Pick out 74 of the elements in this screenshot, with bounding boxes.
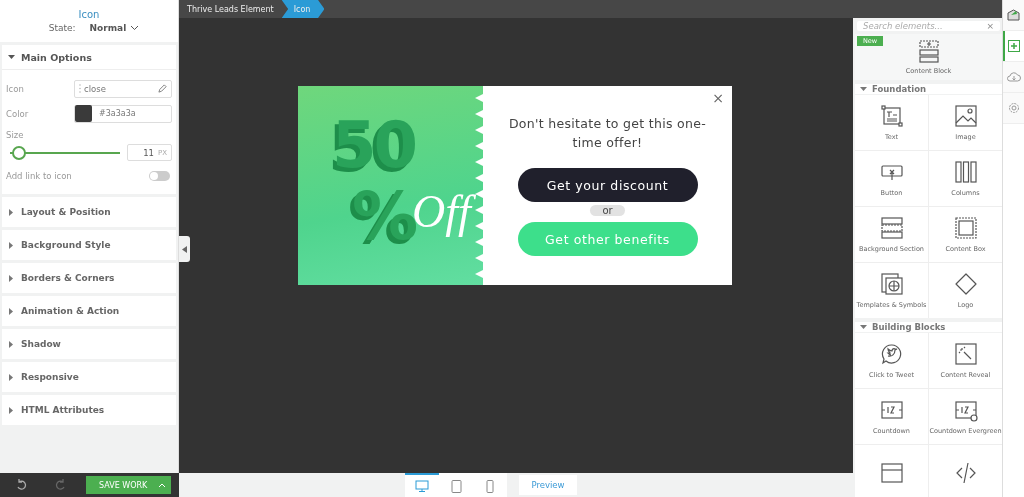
templates-icon — [879, 272, 904, 296]
evergreen-icon — [953, 398, 978, 422]
link-label: Add link to icon — [6, 170, 72, 181]
section-header[interactable]: Main Options — [2, 45, 176, 70]
cloud-button[interactable] — [1003, 62, 1024, 93]
color-label: Color — [6, 108, 29, 119]
caret-icon — [8, 208, 14, 216]
tablet-icon — [450, 479, 462, 493]
box-icon — [953, 216, 978, 240]
color-field[interactable]: #3a3a3a — [74, 104, 172, 123]
caret-icon — [8, 340, 14, 348]
popup-message: Don't hesitate to get this one-time offer! — [507, 115, 708, 152]
save-label: SAVE WORK — [99, 480, 148, 490]
section-icon — [879, 216, 904, 240]
section-header[interactable]: Layout & Position — [2, 197, 176, 227]
artwork-number: 50 — [332, 108, 416, 182]
group-header[interactable]: Foundation — [855, 84, 1002, 94]
link-toggle[interactable] — [149, 170, 170, 181]
preview-button[interactable]: Preview — [519, 475, 577, 495]
tweet-icon — [879, 342, 904, 366]
section-header[interactable]: Background Style — [2, 230, 176, 260]
caret-icon — [860, 324, 867, 330]
settings-icon — [1007, 102, 1020, 114]
element-item[interactable] — [855, 445, 928, 497]
size-label: Size — [5, 129, 25, 142]
caret-icon — [8, 307, 14, 315]
envelope-button[interactable] — [1003, 0, 1024, 31]
columns-icon — [953, 160, 978, 184]
panel-title: Icon — [78, 9, 100, 20]
caret-icon — [860, 86, 867, 92]
reveal-icon — [953, 342, 978, 366]
state-dropdown[interactable]: Normal — [89, 23, 140, 33]
text-icon — [879, 104, 904, 128]
undo-icon[interactable] — [16, 479, 28, 491]
caret-icon — [8, 241, 14, 249]
search-field[interactable]: Search elements... × — [857, 21, 1000, 31]
table-icon — [879, 460, 904, 485]
icon-field[interactable]: close — [74, 79, 172, 98]
discount-button[interactable]: Get your discount — [517, 168, 698, 202]
separator-label: or — [590, 205, 625, 216]
add-icon — [1007, 40, 1020, 52]
countdown-icon — [879, 398, 904, 422]
redo-icon[interactable] — [54, 479, 66, 491]
section-header[interactable]: HTML Attributes — [2, 395, 176, 425]
group-header[interactable]: Building Blocks — [855, 322, 1002, 332]
logo-icon — [953, 272, 978, 296]
icon-label: Icon — [6, 83, 24, 94]
section-header[interactable]: Responsive — [2, 362, 176, 392]
caret-icon — [8, 373, 14, 381]
chevron-icon — [130, 25, 140, 31]
section-header[interactable]: Borders & Corners — [2, 263, 176, 293]
content-block-icon — [916, 39, 941, 64]
section-header[interactable]: Animation & Action — [2, 296, 176, 326]
caret-icon — [8, 406, 14, 414]
breadcrumb[interactable]: Thrive Leads Element — [179, 0, 282, 18]
element-item[interactable] — [929, 445, 1002, 497]
caret-icon[interactable] — [182, 245, 187, 253]
close-button[interactable]: × — [712, 90, 724, 106]
pencil-icon[interactable] — [158, 84, 167, 93]
caret-icon — [8, 54, 15, 60]
section-header[interactable]: Shadow — [2, 329, 176, 359]
phone-icon — [486, 479, 495, 493]
add-button[interactable] — [1003, 31, 1024, 62]
caret-icon — [8, 274, 14, 282]
image-icon — [953, 104, 978, 128]
caret-icon[interactable] — [158, 482, 166, 488]
collapse-handle[interactable] — [179, 236, 190, 262]
envelope-icon — [1007, 9, 1020, 21]
settings-button[interactable] — [1003, 93, 1024, 124]
slider-thumb[interactable] — [12, 145, 27, 160]
cloud-icon — [1006, 72, 1021, 82]
size-slider[interactable] — [10, 145, 120, 160]
monitor-icon — [415, 480, 430, 492]
state-label: State: — [48, 23, 76, 33]
